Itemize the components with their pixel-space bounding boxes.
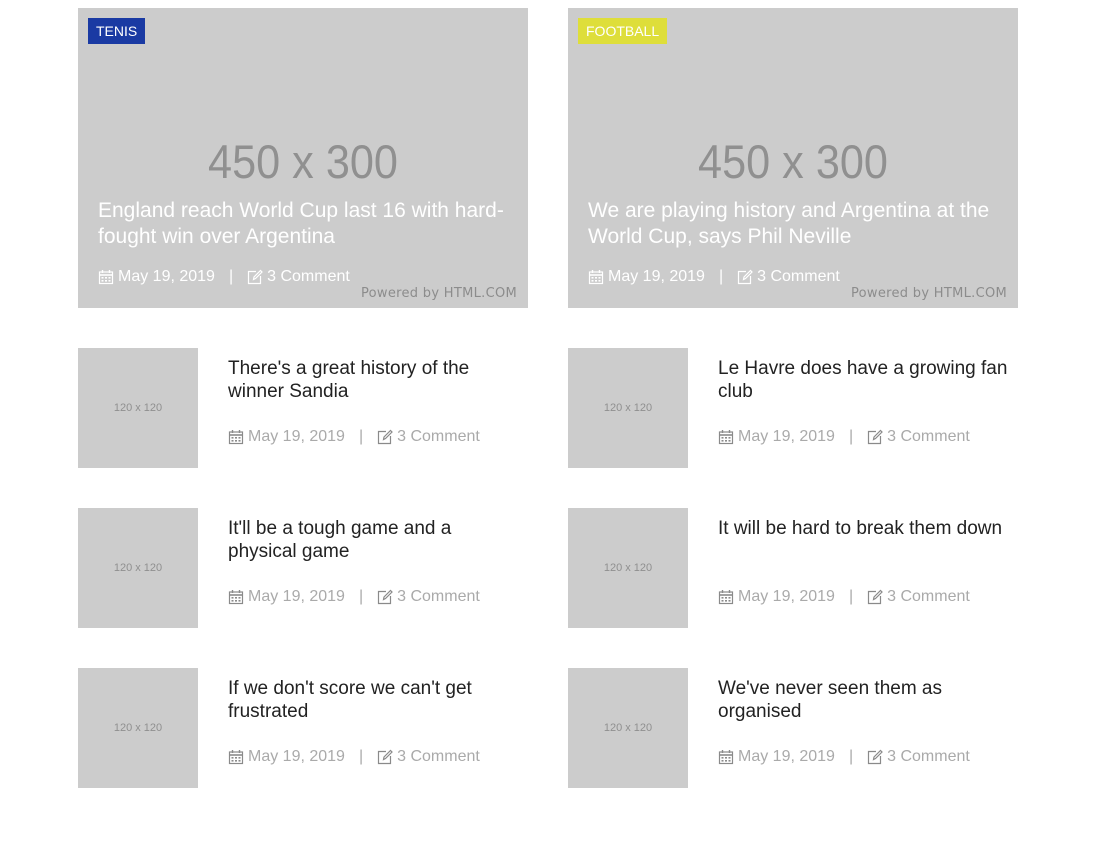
list-item[interactable]: 120 x 120 Le Havre does have a growing f… [568,348,1018,468]
thumbnail-label: 120 x 120 [603,402,653,414]
thumbnail-placeholder[interactable]: 120 x 120 [78,508,198,628]
thumbnail-placeholder[interactable]: 120 x 120 [78,348,198,468]
featured-post-tenis[interactable]: 450 x 300 TENIS England reach World Cup … [78,8,528,308]
calendar-icon [98,270,114,285]
list-item[interactable]: 120 x 120 There's a great history of the… [78,348,528,468]
thumbnail-placeholder[interactable]: 120 x 120 [78,668,198,788]
meta-separator: | [358,588,364,605]
post-title[interactable]: Le Havre does have a growing fan club [718,357,1008,403]
comment-count-link[interactable]: 3 Comment [757,268,840,286]
calendar-icon [228,590,244,605]
comment-count-link[interactable]: 3 Comment [267,268,350,286]
post-date: May 19, 2019 [738,588,835,605]
calendar-icon [588,270,604,285]
list-item[interactable]: 120 x 120 It'll be a tough game and a ph… [78,508,528,628]
comment-count-link[interactable]: 3 Comment [397,428,480,446]
post-title[interactable]: If we don't score we can't get frustrate… [228,677,518,723]
post-meta: May 19, 2019 | 3 Comment [228,428,480,446]
thumbnail-label: 120 x 120 [113,402,163,414]
thumbnail-label: 120 x 120 [113,562,163,574]
meta-separator: | [358,428,364,445]
post-title[interactable]: We've never seen them as organised [718,677,1008,723]
right-column: 450 x 300 FOOTBALL We are playing histor… [568,8,1018,788]
featured-post-football[interactable]: 450 x 300 FOOTBALL We are playing histor… [568,8,1018,308]
post-meta: May 19, 2019 | 3 Comment [588,268,840,286]
post-date: May 19, 2019 [738,748,835,765]
edit-icon [378,429,393,445]
calendar-icon [718,750,734,765]
edit-icon [248,269,263,285]
post-title[interactable]: It will be hard to break them down [718,517,1008,540]
post-meta: May 19, 2019 | 3 Comment [718,748,970,766]
comment-count-link[interactable]: 3 Comment [887,588,970,606]
list-item[interactable]: 120 x 120 We've never seen them as organ… [568,668,1018,788]
thumbnail-label: 120 x 120 [113,722,163,734]
thumbnail-label: 120 x 120 [603,722,653,734]
powered-by-text: Powered by HTML.COM [360,286,517,301]
edit-icon [738,269,753,285]
calendar-icon [228,430,244,445]
meta-separator: | [358,748,364,765]
image-placeholder-label: 450 x 300 [698,135,888,188]
post-title[interactable]: It'll be a tough game and a physical gam… [228,517,518,563]
comment-count-link[interactable]: 3 Comment [887,748,970,766]
edit-icon [868,749,883,765]
meta-separator: | [848,588,854,605]
meta-separator: | [718,268,724,285]
post-title[interactable]: There's a great history of the winner Sa… [228,357,518,403]
post-date: May 19, 2019 [608,268,705,285]
edit-icon [378,749,393,765]
comment-count-link[interactable]: 3 Comment [397,748,480,766]
list-item[interactable]: 120 x 120 It will be hard to break them … [568,508,1018,628]
post-date: May 19, 2019 [248,588,345,605]
meta-separator: | [848,428,854,445]
edit-icon [868,429,883,445]
comment-count-link[interactable]: 3 Comment [397,588,480,606]
featured-headline[interactable]: We are playing history and Argentina at … [588,198,1008,250]
post-date: May 19, 2019 [248,428,345,445]
calendar-icon [718,590,734,605]
post-date: May 19, 2019 [118,268,215,285]
meta-separator: | [228,268,234,285]
thumbnail-placeholder[interactable]: 120 x 120 [568,348,688,468]
post-meta: May 19, 2019 | 3 Comment [228,748,480,766]
post-meta: May 19, 2019 | 3 Comment [98,268,350,286]
calendar-icon [718,430,734,445]
post-date: May 19, 2019 [248,748,345,765]
left-column: 450 x 300 TENIS England reach World Cup … [78,8,528,788]
meta-separator: | [848,748,854,765]
calendar-icon [228,750,244,765]
thumbnail-placeholder[interactable]: 120 x 120 [568,508,688,628]
post-date: May 19, 2019 [738,428,835,445]
post-meta: May 19, 2019 | 3 Comment [228,588,480,606]
post-meta: May 19, 2019 | 3 Comment [718,588,970,606]
image-placeholder-label: 450 x 300 [208,135,398,188]
category-badge-tenis[interactable]: TENIS [88,18,146,44]
list-item[interactable]: 120 x 120 If we don't score we can't get… [78,668,528,788]
featured-headline[interactable]: England reach World Cup last 16 with har… [98,198,518,250]
edit-icon [868,589,883,605]
thumbnail-label: 120 x 120 [603,562,653,574]
thumbnail-placeholder[interactable]: 120 x 120 [568,668,688,788]
edit-icon [378,589,393,605]
powered-by-text: Powered by HTML.COM [850,286,1007,301]
category-badge-football[interactable]: FOOTBALL [578,18,668,44]
post-meta: May 19, 2019 | 3 Comment [718,428,970,446]
comment-count-link[interactable]: 3 Comment [887,428,970,446]
